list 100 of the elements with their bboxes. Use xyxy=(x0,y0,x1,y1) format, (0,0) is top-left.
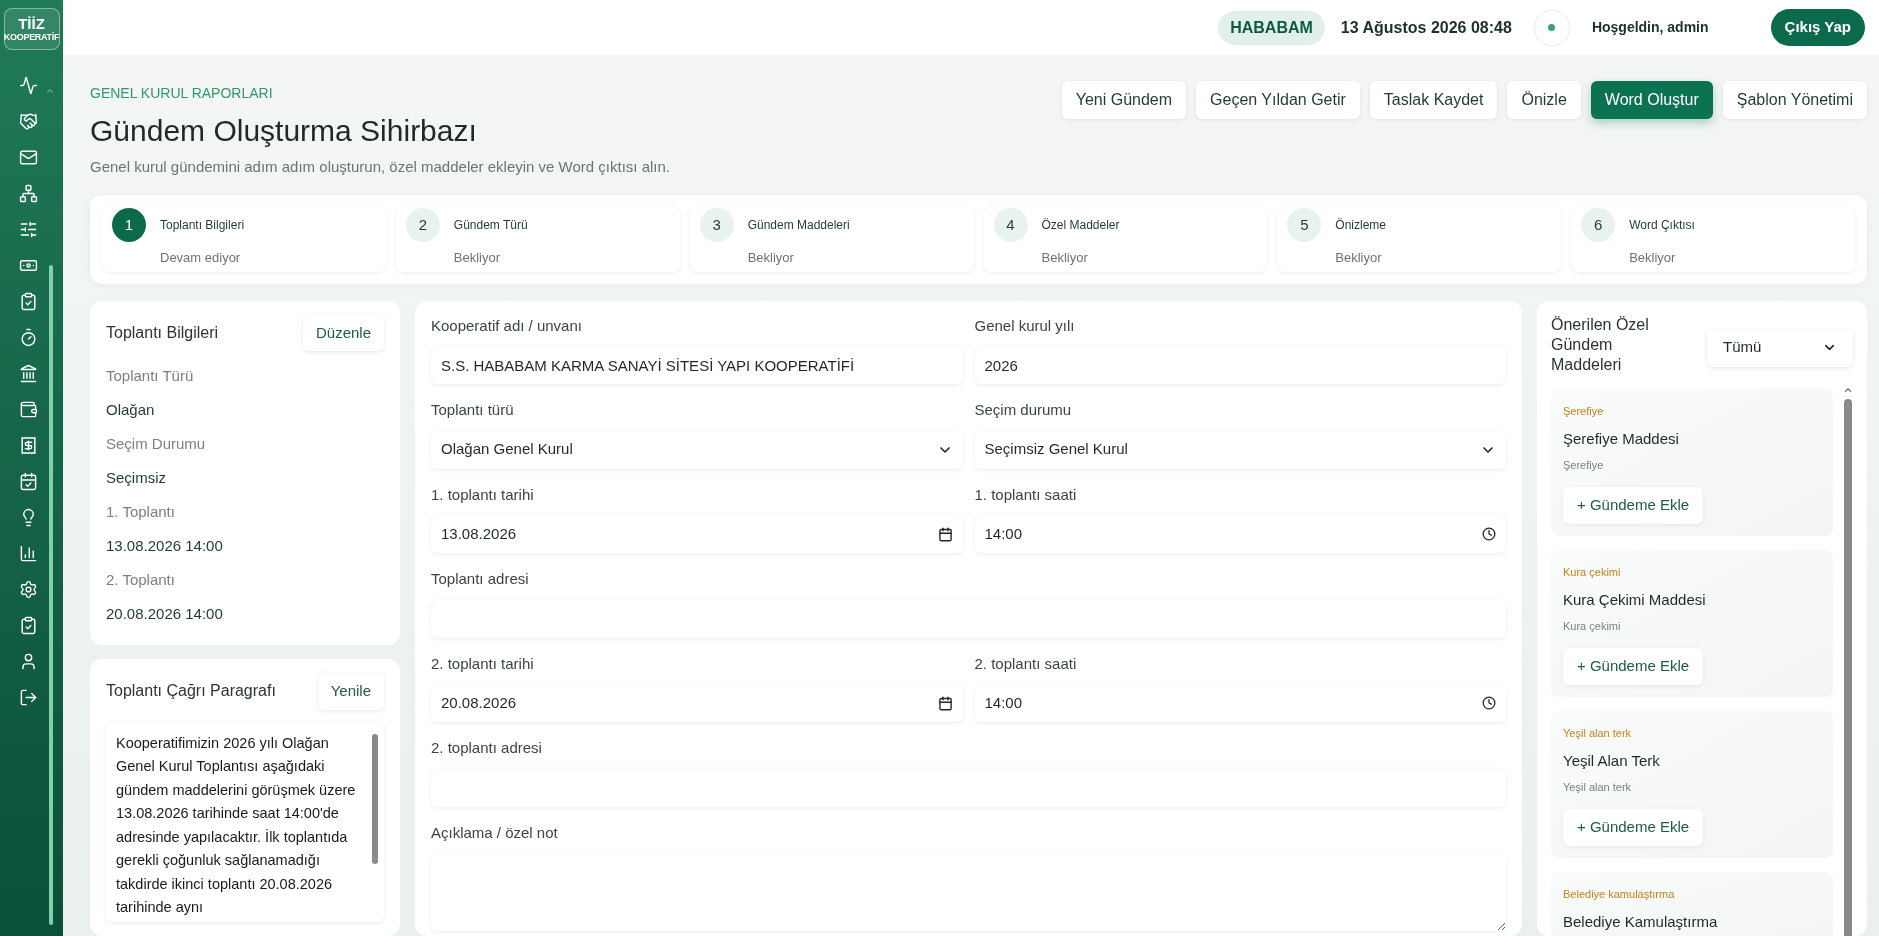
workspace-badge: HABABAM xyxy=(1218,10,1325,45)
step-title: Gündem Maddeleri xyxy=(747,217,850,234)
logout-button[interactable]: Çıkış Yap xyxy=(1770,9,1865,46)
step-item[interactable]: 3 Gündem Maddeleri Bekliyor xyxy=(689,207,974,272)
step-number: 4 xyxy=(993,208,1028,242)
action-button[interactable]: Şablon Yönetimi xyxy=(1722,81,1867,119)
logo[interactable]: TİİZ KOOPERATİF xyxy=(3,8,60,50)
field-label: 1. toplantı tarihi xyxy=(431,484,535,505)
summary-label: Seçim Durumu xyxy=(106,434,207,454)
step-status: Bekliyor xyxy=(1335,249,1383,267)
sliders-icon[interactable] xyxy=(19,220,38,239)
step-status: Bekliyor xyxy=(1629,249,1677,267)
calendar-icon xyxy=(937,526,953,542)
wallet-icon[interactable] xyxy=(19,400,38,419)
suggestion-title: Şerefiye Maddesi xyxy=(1563,429,1680,449)
greeting: Hoşgeldin, admin xyxy=(1591,18,1709,37)
step-item[interactable]: 4 Özel Maddeler Bekliyor xyxy=(983,207,1268,272)
network-icon[interactable] xyxy=(19,184,38,203)
text-field[interactable]: 2026 xyxy=(974,346,1506,384)
field-label: Açıklama / özel not xyxy=(431,822,559,843)
timer-icon[interactable] xyxy=(19,328,38,347)
mail-icon[interactable] xyxy=(19,148,38,167)
step-item[interactable]: 2 Gündem Türü Bekliyor xyxy=(395,207,680,272)
suggestion-subtitle: Şerefiye xyxy=(1563,457,1605,473)
logo-title: TİİZ xyxy=(18,16,45,31)
scrollbar-thumb[interactable] xyxy=(1844,398,1852,936)
handshake-icon[interactable] xyxy=(19,112,38,131)
date-time: 13 Ağustos 2026 08:48 xyxy=(1340,17,1512,38)
suggestion-category: Şerefiye xyxy=(1563,403,1605,419)
field-label: 2. toplantı saati xyxy=(974,653,1078,674)
field-label: Kooperatif adı / unvanı xyxy=(431,315,583,336)
suggestion-title: Kura Çekimi Maddesi xyxy=(1563,590,1707,610)
settings-icon[interactable] xyxy=(19,580,38,599)
action-button[interactable]: Taslak Kaydet xyxy=(1369,81,1498,119)
step-status: Bekliyor xyxy=(747,249,795,267)
time-field[interactable]: 14:00 xyxy=(974,684,1506,722)
step-title: Önizleme xyxy=(1335,217,1386,234)
scrollbar-thumb[interactable] xyxy=(49,265,53,925)
add-to-agenda-button[interactable]: + Gündeme Ekle xyxy=(1563,809,1704,846)
add-to-agenda-button[interactable]: + Gündeme Ekle xyxy=(1563,648,1704,685)
clock-icon xyxy=(1482,696,1496,710)
section-eyebrow: GENEL KURUL RAPORLARI xyxy=(90,84,274,103)
action-button[interactable]: Geçen Yıldan Getir xyxy=(1196,81,1360,119)
textarea-field[interactable] xyxy=(431,853,1506,931)
bank-icon[interactable] xyxy=(19,364,38,383)
step-title: Gündem Türü xyxy=(453,217,528,234)
paragraph-text: Kooperatifimizin 2026 yılı Olağan Genel Kurul Toplantısı aşağıdaki gündem maddelerini görüşmek üzere 13.08.2026 tarihinde saat 14:00'de adresinde yapılacaktır. İlk toplantıda gerekli çoğunluk sağlanamadığı takdirde ikinci toplantı 20.08.2026 tarihinde aynı xyxy=(116,733,357,917)
scrollbar-thumb[interactable] xyxy=(372,733,378,864)
logo-subtitle: KOOPERATİF xyxy=(3,33,60,42)
step-status: Bekliyor xyxy=(1041,249,1089,267)
summary-label: 1. Toplantı xyxy=(106,502,176,522)
date-field[interactable]: 13.08.2026 xyxy=(431,515,963,553)
summary-value: 13.08.2026 14:00 xyxy=(106,536,224,556)
select-field[interactable]: Seçimsiz Genel Kurul xyxy=(974,430,1506,469)
action-button[interactable]: Yeni Gündem xyxy=(1061,81,1187,119)
step-number: 6 xyxy=(1581,208,1616,242)
card-title: Önerilen Özel Gündem Maddeleri xyxy=(1551,314,1650,375)
action-button[interactable]: Word Oluştur xyxy=(1590,81,1713,119)
field-label: 2. toplantı tarihi xyxy=(431,653,535,674)
summary-value: Seçimsiz xyxy=(106,468,167,488)
bar-chart-icon[interactable] xyxy=(19,544,38,563)
refresh-button[interactable]: Yenile xyxy=(317,673,384,710)
calendar-icon xyxy=(937,695,953,711)
summary-label: Toplantı Türü xyxy=(106,366,195,386)
user-icon[interactable] xyxy=(19,652,38,671)
page-description: Genel kurul gündemini adım adım oluşturun, özel maddeler ekleyin ve Word çıktısı alın. xyxy=(90,156,670,177)
clock-icon xyxy=(1482,527,1496,541)
suggestion-category: Belediye kamulaştırma xyxy=(1563,886,1676,902)
paragraph-field[interactable] xyxy=(106,721,384,922)
text-field[interactable]: S.S. HABABAM KARMA SANAYİ SİTESİ YAPI KOOPERATİFİ xyxy=(431,346,963,384)
logout-icon[interactable] xyxy=(19,688,38,707)
edit-button[interactable]: Düzenle xyxy=(302,314,384,351)
suggestion-subtitle: Kura çekimi xyxy=(1563,618,1622,634)
step-title: Word Çıktısı xyxy=(1629,217,1695,234)
select-field[interactable]: Olağan Genel Kurul xyxy=(431,430,963,469)
step-number: 3 xyxy=(699,208,734,242)
action-button[interactable]: Önizle xyxy=(1507,81,1581,119)
receipt-icon[interactable] xyxy=(19,436,38,455)
suggestion-subtitle: Yeşil alan terk xyxy=(1563,779,1633,795)
clipboard-check-icon[interactable] xyxy=(19,292,38,311)
calendar-check-icon[interactable] xyxy=(19,472,38,491)
field-label: Seçim durumu xyxy=(974,400,1073,420)
step-item[interactable]: 5 Önizleme Bekliyor xyxy=(1277,207,1562,272)
step-title: Özel Maddeler xyxy=(1041,217,1120,234)
card-title: Toplantı Çağrı Paragrafı xyxy=(106,681,276,702)
step-status: Bekliyor xyxy=(453,249,502,267)
filter-select[interactable]: Tümü xyxy=(1707,328,1853,367)
suggestion-category: Yeşil alan terk xyxy=(1563,725,1633,741)
field-label: Toplantı adresi xyxy=(431,569,530,589)
suggestion-category: Kura çekimi xyxy=(1563,564,1622,580)
add-to-agenda-button[interactable]: + Gündeme Ekle xyxy=(1563,487,1704,524)
date-field[interactable]: 20.08.2026 xyxy=(431,684,963,722)
suggestion-title: Belediye Kamulaştırma xyxy=(1563,912,1719,932)
summary-value: 20.08.2026 14:00 xyxy=(106,604,224,624)
step-title: Toplantı Bilgileri xyxy=(160,217,245,234)
activity-icon[interactable] xyxy=(19,76,38,95)
time-field[interactable]: 14:00 xyxy=(974,515,1506,553)
step-item[interactable]: 1 Toplantı Bilgileri Devam ediyor xyxy=(102,207,386,272)
step-item[interactable]: 6 Word Çıktısı Bekliyor xyxy=(1571,207,1855,272)
clipboard-check-icon[interactable] xyxy=(19,616,38,635)
